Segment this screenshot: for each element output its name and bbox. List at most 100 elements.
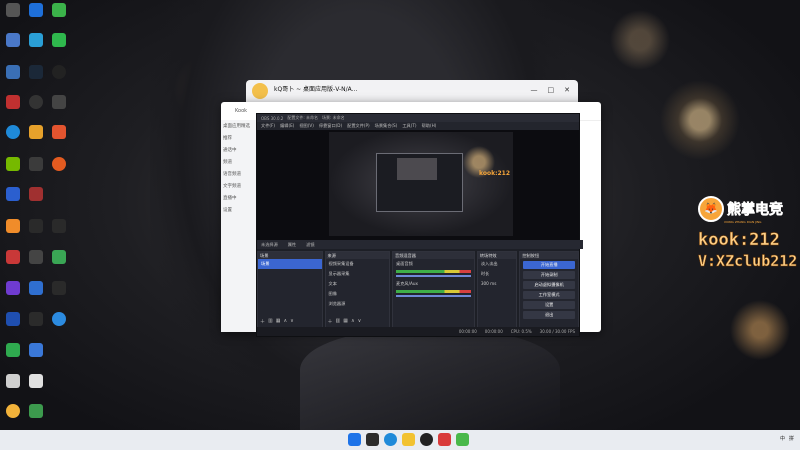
- virtual-camera-button[interactable]: 启动虚拟摄像机: [523, 281, 576, 289]
- desktop-icon[interactable]: [25, 187, 47, 201]
- desktop-icon[interactable]: [25, 219, 47, 233]
- menu-view[interactable]: 视图(V): [299, 123, 314, 129]
- kook-sidebar-item[interactable]: 频道: [221, 156, 259, 168]
- desktop-icon[interactable]: [25, 250, 47, 264]
- desktop-icon[interactable]: [25, 3, 47, 17]
- remove-icon[interactable]: ▥: [336, 318, 341, 325]
- desktop-icon[interactable]: [2, 312, 24, 326]
- app-icon[interactable]: [456, 433, 469, 446]
- desktop-icon[interactable]: [2, 95, 24, 109]
- desktop-icon[interactable]: [25, 374, 47, 388]
- settings-icon[interactable]: ▦: [343, 318, 348, 325]
- edge-icon[interactable]: [384, 433, 397, 446]
- start-recording-button[interactable]: 开始录制: [523, 271, 576, 279]
- qq-window-header[interactable]: kQ哥卜 ~ 桌面应用版-V-N/A... — □ ✕: [246, 80, 578, 102]
- obs-icon[interactable]: [25, 95, 47, 109]
- desktop-icon[interactable]: [2, 33, 24, 47]
- add-icon[interactable]: ＋: [260, 318, 265, 325]
- kook-sidebar-item[interactable]: 桌面应用精选: [221, 120, 259, 132]
- desktop-icon[interactable]: [25, 312, 47, 326]
- studio-mode-button[interactable]: 工作室模式: [523, 291, 576, 299]
- settings-icon[interactable]: ▦: [276, 318, 281, 325]
- menu-edit[interactable]: 编辑(E): [280, 123, 294, 129]
- menu-docks[interactable]: 停靠窗口(D): [319, 123, 342, 129]
- menu-file[interactable]: 文件(F): [261, 123, 275, 129]
- up-icon[interactable]: ∧: [283, 318, 287, 325]
- up-icon[interactable]: ∧: [351, 318, 355, 325]
- minimize-button[interactable]: —: [531, 86, 538, 94]
- filters-button[interactable]: 滤镜: [306, 242, 314, 248]
- obs-icon[interactable]: [420, 433, 433, 446]
- source-item[interactable]: 视频采集设备: [326, 259, 390, 269]
- down-icon[interactable]: ∨: [358, 318, 362, 325]
- preview-watermark: kook:212: [479, 170, 510, 177]
- start-icon[interactable]: [348, 433, 361, 446]
- menu-profile[interactable]: 配置文件(P): [347, 123, 370, 129]
- desktop-icon[interactable]: [2, 281, 24, 295]
- menu-scene-collection[interactable]: 场景集合(S): [375, 123, 398, 129]
- start-streaming-button[interactable]: 开始直播: [523, 261, 576, 269]
- settings-button[interactable]: 设置: [523, 301, 576, 309]
- kook-sidebar-item[interactable]: 文字频道: [221, 180, 259, 192]
- desktop-icon[interactable]: [2, 343, 24, 357]
- desktop-icon[interactable]: [25, 157, 47, 171]
- app-icon[interactable]: [438, 433, 451, 446]
- ime-mode[interactable]: 拼: [789, 435, 794, 442]
- add-icon[interactable]: ＋: [328, 318, 333, 325]
- scene-item[interactable]: 场景: [258, 259, 322, 269]
- desktop-icon[interactable]: [48, 95, 70, 109]
- duration-input[interactable]: 300 ms: [478, 279, 516, 289]
- menu-help[interactable]: 帮助(H): [422, 123, 437, 129]
- desktop-icon[interactable]: [48, 250, 70, 264]
- ime-indicator[interactable]: 中: [780, 435, 785, 442]
- task-view-icon[interactable]: [366, 433, 379, 446]
- desktop-icon[interactable]: [2, 219, 24, 233]
- desktop-icon[interactable]: [25, 404, 47, 418]
- desktop-icon[interactable]: [2, 65, 24, 79]
- kook-sidebar-item[interactable]: 推荐: [221, 132, 259, 144]
- desktop-icon[interactable]: [48, 219, 70, 233]
- remove-icon[interactable]: ▥: [268, 318, 273, 325]
- volume-slider[interactable]: [396, 275, 471, 277]
- desktop-icon[interactable]: [2, 250, 24, 264]
- nvidia-icon[interactable]: [2, 157, 24, 171]
- source-item[interactable]: 浏览器源: [326, 299, 390, 309]
- volume-slider[interactable]: [396, 295, 471, 297]
- avatar[interactable]: [252, 83, 268, 99]
- desktop-icon[interactable]: [48, 3, 70, 17]
- desktop-icon[interactable]: [2, 187, 24, 201]
- desktop-icon[interactable]: [48, 281, 70, 295]
- source-item[interactable]: 图像: [326, 289, 390, 299]
- maximize-button[interactable]: □: [548, 86, 555, 94]
- desktop-icon[interactable]: [48, 157, 70, 171]
- desktop-icon[interactable]: [2, 404, 24, 418]
- desktop-icon[interactable]: [48, 312, 70, 326]
- kook-sidebar-item[interactable]: 设置: [221, 204, 259, 216]
- obs-window[interactable]: OBS 30.0.2 配置文件: 未命名 场景: 未命名 文件(F) 编辑(E)…: [256, 113, 583, 337]
- obs-scene-collection: 场景: 未命名: [321, 115, 345, 120]
- desktop-icon[interactable]: [48, 125, 70, 139]
- edge-icon[interactable]: [2, 125, 24, 139]
- properties-button[interactable]: 属性: [288, 242, 296, 248]
- desktop-icon[interactable]: [2, 374, 24, 388]
- desktop-icon[interactable]: [2, 3, 24, 17]
- qq-icon[interactable]: [48, 65, 70, 79]
- desktop-icon[interactable]: [48, 33, 70, 47]
- kook-sidebar-item[interactable]: 通话中: [221, 144, 259, 156]
- folder-icon[interactable]: [402, 433, 415, 446]
- kook-sidebar-item[interactable]: 语音频道: [221, 168, 259, 180]
- menu-tools[interactable]: 工具(T): [402, 123, 416, 129]
- down-icon[interactable]: ∨: [290, 318, 294, 325]
- transition-select[interactable]: 淡入淡出: [478, 259, 516, 269]
- kook-sidebar-item[interactable]: 直播中: [221, 192, 259, 204]
- source-item[interactable]: 显示器采集: [326, 269, 390, 279]
- desktop-icon[interactable]: [25, 125, 47, 139]
- desktop-icon[interactable]: [25, 281, 47, 295]
- source-item[interactable]: 文本: [326, 279, 390, 289]
- steam-icon[interactable]: [25, 65, 47, 79]
- desktop-icon[interactable]: [25, 343, 47, 357]
- obs-preview[interactable]: kook:212: [257, 130, 579, 240]
- close-button[interactable]: ✕: [564, 86, 570, 94]
- desktop-icon[interactable]: [25, 33, 47, 47]
- exit-button[interactable]: 退出: [523, 311, 576, 319]
